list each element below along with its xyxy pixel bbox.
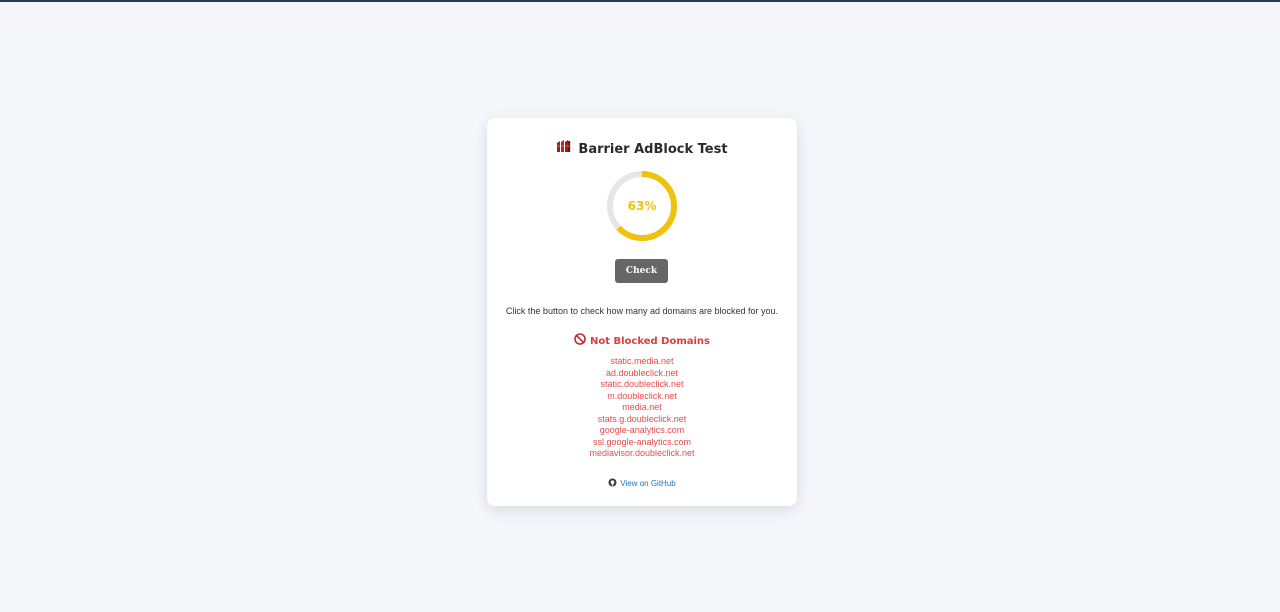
header: Barrier AdBlock Test	[487, 140, 797, 158]
domain-item: media.net	[622, 402, 662, 412]
progress-ring: 63%	[605, 169, 679, 243]
domain-item: stats.g.doubleclick.net	[597, 413, 687, 424]
page-title: Barrier AdBlock Test	[578, 141, 728, 157]
description-text: Click the button to check how many ad do…	[505, 306, 779, 316]
domain-item: static.media.net	[610, 356, 674, 366]
domain-item: google-analytics.com	[599, 425, 685, 435]
barrier-icon	[556, 140, 571, 158]
domain-item: ad.doubleclick.net	[605, 367, 679, 378]
domain-item: m.doubleclick.net	[607, 390, 677, 401]
view-on-github-link[interactable]: View on GitHub	[620, 479, 675, 488]
domain-item: static.doubleclick.net	[600, 379, 684, 389]
not-blocked-header: Not Blocked Domains	[487, 332, 797, 350]
github-row: View on GitHub	[487, 474, 797, 492]
no-entry-icon	[574, 332, 586, 350]
not-blocked-title: Not Blocked Domains	[590, 335, 710, 347]
check-button[interactable]: Check	[615, 259, 668, 283]
adblock-test-card: Barrier AdBlock Test 63% Check Click the…	[487, 118, 797, 506]
domain-item: mediavisor.doubleclick.net	[589, 448, 695, 458]
progress-percent: 63%	[627, 199, 657, 213]
github-icon	[608, 474, 617, 492]
not-blocked-domain-list: static.media.net ad.doubleclick.net stat…	[487, 356, 797, 460]
domain-item: ssl.google-analytics.com	[592, 436, 692, 447]
